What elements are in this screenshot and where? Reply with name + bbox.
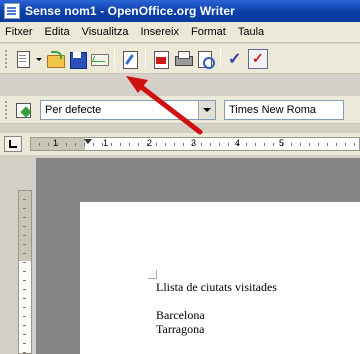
toolbar-grip[interactable]: [4, 48, 8, 69]
toolbar-grip[interactable]: [4, 99, 8, 120]
email-icon[interactable]: [89, 49, 109, 69]
ruler-number: 4: [235, 138, 241, 148]
menu-taula[interactable]: Taula: [232, 26, 270, 38]
document-text[interactable]: Llista de ciutats visitades Barcelona Ta…: [156, 280, 277, 336]
tab-stop-selector-icon[interactable]: [4, 136, 22, 152]
arrow-head: [126, 76, 148, 93]
menu-visualitza[interactable]: Visualitza: [76, 26, 135, 38]
spellcheck-icon[interactable]: [226, 49, 246, 69]
menu-format[interactable]: Format: [185, 26, 232, 38]
menu-bar: Fitxer Edita Visualitza Insereix Format …: [0, 22, 360, 43]
toolbar-separator: [114, 48, 115, 69]
edit-file-icon[interactable]: [120, 49, 140, 69]
document-page[interactable]: Llista de ciutats visitades Barcelona Ta…: [80, 202, 360, 354]
font-name-value: Times New Roma: [229, 103, 316, 116]
window-title: Sense nom1 - OpenOffice.org Writer: [25, 4, 235, 18]
export-pdf-icon[interactable]: [151, 49, 171, 69]
menu-fitxer[interactable]: Fitxer: [0, 26, 39, 38]
document-line: Llista de ciutats visitades: [156, 280, 277, 294]
ruler-number: 1: [103, 138, 109, 148]
ruler-ticks: [19, 191, 31, 354]
standard-toolbar: [0, 44, 360, 74]
menu-insereix[interactable]: Insereix: [134, 26, 185, 38]
document-line: Barcelona: [156, 308, 205, 322]
chevron-down-icon[interactable]: [198, 100, 215, 119]
ruler-number: 1: [53, 138, 59, 148]
ruler-row: 1 1 2 3 4 5: [0, 133, 360, 155]
ruler-number: 2: [147, 138, 153, 148]
print-icon[interactable]: [173, 49, 193, 69]
ruler-number: 3: [191, 138, 197, 148]
writer-app-icon: [4, 3, 20, 19]
toolbar-separator: [145, 48, 146, 69]
menu-edita[interactable]: Edita: [39, 26, 76, 38]
toolbar-separator: [220, 48, 221, 69]
open-folder-icon[interactable]: [45, 49, 65, 69]
document-line: Tarragona: [156, 322, 205, 336]
new-document-icon[interactable]: [13, 49, 33, 69]
ruler-number: 5: [279, 138, 285, 148]
font-name-select[interactable]: Times New Roma: [224, 99, 344, 120]
horizontal-ruler[interactable]: 1 1 2 3 4 5: [30, 137, 360, 151]
paragraph-style-value: Per defecte: [45, 103, 102, 116]
document-line: [156, 294, 277, 308]
text-boundary-corner: [148, 270, 157, 279]
paragraph-style-select[interactable]: Per defecte: [40, 99, 216, 120]
document-area: Llista de ciutats visitades Barcelona Ta…: [36, 158, 360, 354]
formatting-toolbar: Per defecte Times New Roma: [0, 96, 360, 124]
styles-formatting-icon[interactable]: [13, 100, 33, 120]
page-preview-icon[interactable]: [195, 49, 215, 69]
autospellcheck-icon[interactable]: [248, 48, 268, 69]
title-bar: Sense nom1 - OpenOffice.org Writer: [0, 0, 360, 22]
dropdown-arrow-icon[interactable]: [35, 49, 43, 69]
vertical-ruler[interactable]: [18, 190, 32, 354]
indent-marker-icon[interactable]: [84, 139, 92, 144]
save-icon[interactable]: [67, 49, 87, 69]
